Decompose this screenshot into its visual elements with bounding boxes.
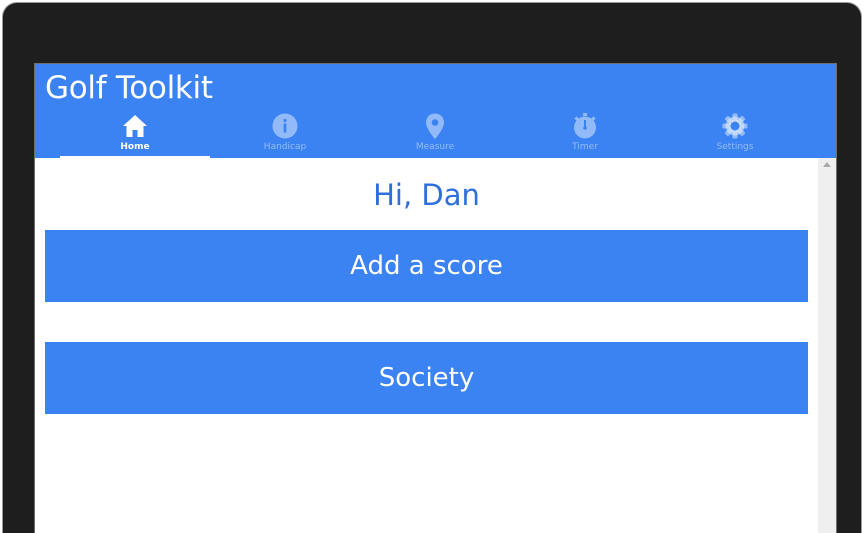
- scroll-up-arrow-icon[interactable]: [823, 162, 831, 167]
- tab-home[interactable]: Home: [60, 106, 210, 158]
- map-pin-icon: [426, 113, 444, 139]
- tab-bar: Home Handicap Measure Timer Settings: [60, 106, 810, 158]
- info-icon: [272, 113, 298, 139]
- gear-icon: [722, 113, 748, 139]
- app-header: Golf Toolkit Home Handicap Measure Timer…: [35, 64, 836, 158]
- add-score-button[interactable]: Add a score: [45, 230, 808, 302]
- home-icon: [123, 115, 147, 137]
- tab-settings[interactable]: Settings: [660, 106, 810, 158]
- society-button[interactable]: Society: [45, 342, 808, 414]
- app-window: Golf Toolkit Home Handicap Measure Timer…: [34, 63, 837, 533]
- tab-label: Settings: [716, 142, 754, 152]
- tablet-bezel: Golf Toolkit Home Handicap Measure Timer…: [3, 3, 861, 533]
- tab-label: Home: [120, 142, 150, 152]
- tab-measure[interactable]: Measure: [360, 106, 510, 158]
- device-frame: Golf Toolkit Home Handicap Measure Timer…: [0, 0, 864, 533]
- home-content: Hi, Dan Add a score Society: [35, 158, 818, 533]
- greeting-text: Hi, Dan: [373, 178, 480, 212]
- tab-label: Measure: [415, 142, 455, 152]
- tab-label: Timer: [572, 142, 598, 152]
- tab-label: Handicap: [263, 142, 307, 152]
- stopwatch-icon: [574, 113, 596, 139]
- tab-timer[interactable]: Timer: [510, 106, 660, 158]
- tab-handicap[interactable]: Handicap: [210, 106, 360, 158]
- vertical-scrollbar[interactable]: [818, 158, 836, 533]
- app-title: Golf Toolkit: [45, 70, 213, 106]
